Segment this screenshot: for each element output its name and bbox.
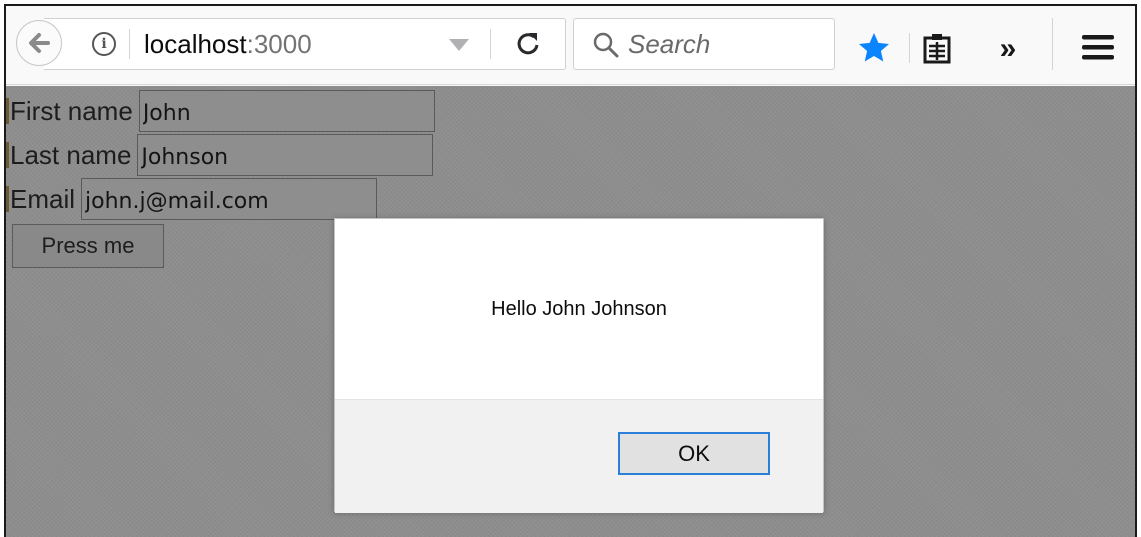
info-icon[interactable]: i: [92, 32, 116, 56]
url-bar[interactable]: i localhost:3000: [44, 18, 566, 70]
search-icon: [593, 32, 619, 58]
last-name-row: Last name: [6, 134, 434, 176]
row-marker: [6, 142, 9, 168]
press-me-button[interactable]: Press me: [12, 224, 164, 268]
email-label: Email: [10, 183, 76, 214]
ok-button[interactable]: OK: [618, 432, 770, 475]
row-marker: [6, 98, 9, 124]
bookmark-star-icon[interactable]: [856, 30, 892, 66]
url-host: localhost: [144, 29, 247, 59]
alert-footer: OK: [335, 399, 823, 513]
first-name-label: First name: [10, 95, 133, 126]
last-name-label: Last name: [10, 139, 132, 170]
email-input[interactable]: [81, 178, 378, 220]
url-port: :3000: [246, 29, 312, 59]
url-text[interactable]: localhost:3000: [144, 29, 312, 59]
first-name-row: First name: [6, 90, 435, 132]
search-bar[interactable]: [573, 18, 835, 70]
alert-message: Hello John Johnson: [491, 297, 667, 320]
alert-dialog: Hello John Johnson OK: [334, 218, 824, 513]
email-row: Email: [6, 178, 378, 220]
dropdown-icon[interactable]: [449, 39, 469, 51]
hamburger-menu-icon[interactable]: [1081, 31, 1115, 63]
browser-toolbar: i localhost:3000 Search »: [6, 6, 1135, 85]
toolbar-divider-2: [1052, 18, 1053, 70]
overflow-chevron-icon[interactable]: »: [991, 32, 1025, 66]
row-marker: [6, 186, 9, 212]
url-divider-2: [490, 29, 491, 59]
back-arrow-icon: [29, 33, 50, 53]
reload-icon[interactable]: [512, 28, 544, 60]
reader-view-icon[interactable]: [920, 31, 954, 65]
browser-window: i localhost:3000 Search » First name Joh…: [4, 4, 1137, 537]
url-divider: [129, 29, 130, 59]
first-name-input[interactable]: [138, 90, 435, 132]
search-input[interactable]: [626, 28, 821, 60]
back-button[interactable]: [16, 20, 62, 66]
toolbar-divider: [909, 33, 910, 63]
last-name-input[interactable]: [137, 134, 434, 176]
